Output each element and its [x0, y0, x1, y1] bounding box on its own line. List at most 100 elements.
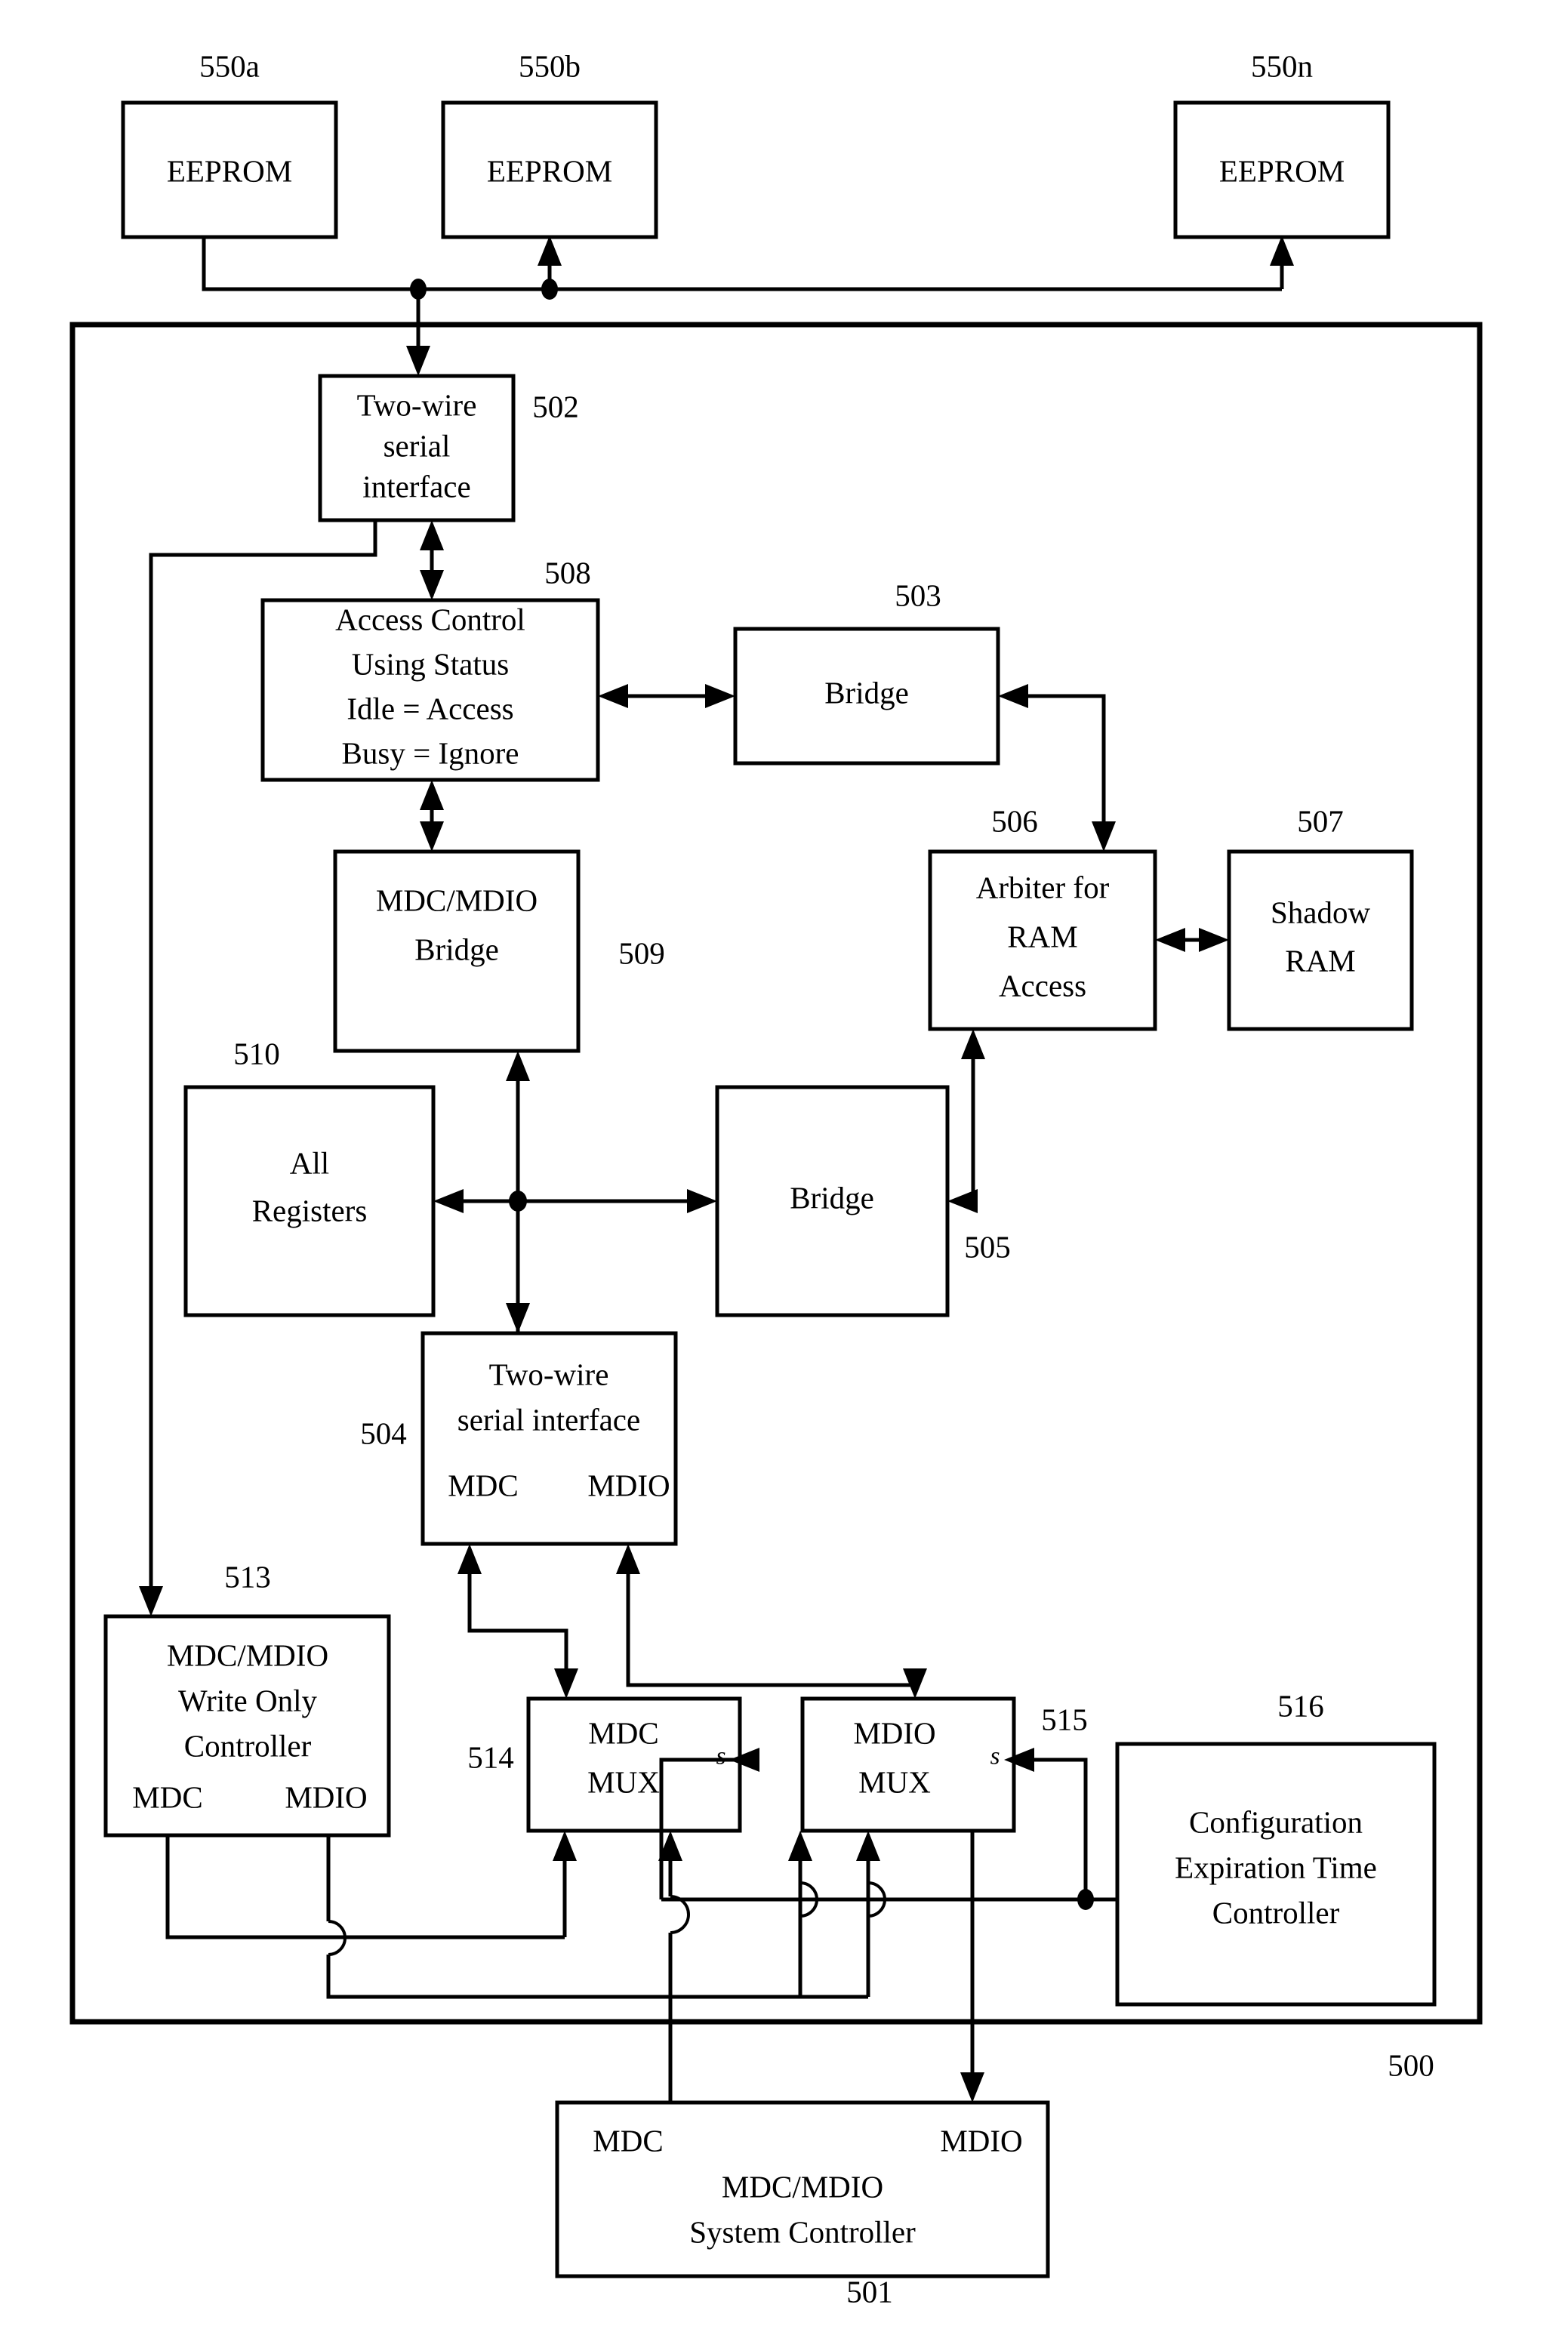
- allregisters510-ref: 510: [233, 1036, 280, 1071]
- allregisters510-line-1: All: [290, 1145, 329, 1180]
- arrowhead-to-write-only-controller-513: [139, 1586, 163, 1616]
- sysctrl501-line-2: System Controller: [689, 2214, 916, 2249]
- wo513-line-3: Controller: [184, 1728, 312, 1763]
- accesscontrol508-line-2: Using Status: [352, 646, 509, 681]
- bridge505-ref: 505: [964, 1229, 1011, 1264]
- arrowhead-into-bridge505-right: [947, 1189, 978, 1213]
- wire-wo513-mdio-lower-rail: [326, 1955, 868, 1999]
- mdcmdiobridge509-line-1: MDC/MDIO: [376, 883, 538, 917]
- mdiomux515-ref: 515: [1041, 1702, 1088, 1736]
- arrowhead-to-twi502: [406, 346, 430, 376]
- configctrl516-line-3: Controller: [1212, 1895, 1340, 1930]
- arrowhead-right-to-shadowram507: [1199, 928, 1229, 952]
- arrowhead-into-arbiter506-top: [1092, 821, 1116, 852]
- arrowhead-down-into-twi504: [506, 1303, 530, 1333]
- mdcmux514-line-1: MDC: [588, 1715, 658, 1750]
- eeprom-550a-ref: 550a: [199, 48, 260, 83]
- wire-select-to-mdiomux515: [1033, 1758, 1088, 1899]
- arrowhead-up-into-twi504-mdio: [616, 1544, 640, 1574]
- arbiter506-line-2: RAM: [1007, 919, 1077, 954]
- arrowhead-up-to-twi502: [420, 520, 444, 550]
- wo513-port-mdio: MDIO: [285, 1779, 367, 1814]
- twi502-ref: 502: [532, 389, 579, 424]
- wo513-ref: 513: [224, 1559, 271, 1594]
- mdcmux514-ref: 514: [467, 1739, 514, 1774]
- arrowhead-left-to-allregisters510: [433, 1189, 464, 1213]
- twi502-line-2: serial: [384, 428, 451, 463]
- arrowhead-right-to-bridge503: [705, 684, 735, 708]
- twi504-port-mdio: MDIO: [587, 1468, 670, 1502]
- wire-twi504-mdio-to-mdiomux515: [626, 1574, 917, 1687]
- configctrl516-ref: 516: [1277, 1688, 1324, 1723]
- sysctrl501-line-1: MDC/MDIO: [722, 2169, 883, 2204]
- mdcmdiobridge509-line-2: Bridge: [414, 932, 499, 966]
- wire-hop-arc-sysctrl-mdc: [670, 1895, 690, 1934]
- arrowhead-up-into-arbiter506-bottom: [961, 1029, 985, 1059]
- arrowhead-up-to-accesscontrol508-2: [420, 780, 444, 810]
- bridge503-ref: 503: [895, 578, 941, 612]
- eeprom-550b-label: EEPROM: [487, 153, 612, 188]
- accesscontrol508-line-4: Busy = Ignore: [342, 735, 519, 770]
- arrowhead-into-mdcmux514-left-input: [553, 1831, 577, 1861]
- twi504-port-mdc: MDC: [448, 1468, 518, 1502]
- bridge505-label: Bridge: [790, 1180, 874, 1215]
- arbiter506-line-1: Arbiter for: [976, 870, 1110, 904]
- arbiter506-ref: 506: [991, 803, 1038, 838]
- accesscontrol508-ref: 508: [544, 555, 591, 590]
- arbiter506-line-3: Access: [999, 968, 1086, 1003]
- mdcmux514-line-2: MUX: [587, 1764, 660, 1799]
- arrowhead-down-to-accesscontrol508: [420, 570, 444, 600]
- wo513-line-1: MDC/MDIO: [167, 1637, 328, 1672]
- accesscontrol508-line-3: Idle = Access: [347, 691, 513, 726]
- wo513-line-2: Write Only: [178, 1683, 317, 1718]
- configctrl516-line-2: Expiration Time: [1175, 1850, 1377, 1884]
- patent-figure-canvas: 550a 550b 550n EEPROM EEPROM EEPROM Two-…: [0, 0, 1568, 2326]
- mdiomux515-select-label: s: [990, 1743, 1000, 1770]
- mdiomux515-line-1: MDIO: [853, 1715, 935, 1750]
- eeprom-550n-ref: 550n: [1251, 48, 1313, 83]
- arrowhead-down-into-mdcmux514: [554, 1668, 578, 1699]
- twi502-line-1: Two-wire: [357, 387, 477, 422]
- twi504-line-2: serial interface: [457, 1402, 640, 1437]
- junction-dot-registers-bus: [509, 1191, 527, 1212]
- bridge503-label: Bridge: [824, 675, 909, 710]
- wo513-port-mdc: MDC: [132, 1779, 202, 1814]
- arrowhead-left-to-arbiter506: [1155, 928, 1185, 952]
- sysctrl501-port-mdc: MDC: [593, 2123, 663, 2158]
- shadowram507-ref: 507: [1297, 803, 1344, 838]
- arrowhead-left-to-accesscontrol508: [598, 684, 628, 708]
- arrowhead-down-to-mdcmdiobridge509: [420, 821, 444, 852]
- sysctrl501-ref: 501: [846, 2274, 893, 2309]
- wire-eeprom550a-to-bus: [202, 237, 1282, 291]
- junction-dot-bus-550b: [541, 279, 558, 300]
- arrowhead-to-eeprom550b: [538, 236, 562, 266]
- configctrl516-line-1: Configuration: [1189, 1804, 1363, 1839]
- accesscontrol508-line-1: Access Control: [335, 602, 525, 636]
- arrowhead-into-sysctrl501-mdio: [960, 2072, 984, 2103]
- block-diagram-svg: 550a 550b 550n EEPROM EEPROM EEPROM Two-…: [69, 48, 1483, 2309]
- shadowram507-line-1: Shadow: [1271, 895, 1371, 929]
- arrowhead-into-mdiomux515-left-input: [856, 1831, 880, 1861]
- mdcmdiobridge509-ref: 509: [618, 935, 665, 970]
- allregisters510-line-2: Registers: [252, 1193, 368, 1228]
- twi504-ref: 504: [360, 1416, 407, 1450]
- twi504-line-1: Two-wire: [489, 1357, 609, 1391]
- shadowram507-line-2: RAM: [1285, 943, 1355, 978]
- mdiomux515-line-2: MUX: [858, 1764, 931, 1799]
- eeprom-550n-label: EEPROM: [1219, 153, 1345, 188]
- system-boundary-ref: 500: [1388, 2047, 1434, 2082]
- arrowhead-up-into-twi504-mdc: [457, 1544, 482, 1574]
- arrowhead-right-to-bridge505: [687, 1189, 717, 1213]
- eeprom-550b-ref: 550b: [519, 48, 581, 83]
- mdcmux514-select-label: s: [716, 1743, 726, 1770]
- wire-wo513-mdc-lower-rail: [165, 1835, 565, 1939]
- arrowhead-up-into-mdcmdiobridge509: [506, 1051, 530, 1081]
- twi502-line-3: interface: [362, 469, 470, 504]
- shadow-ram-507-box[interactable]: [1227, 849, 1414, 1031]
- eeprom-550a-label: EEPROM: [167, 153, 292, 188]
- arrowhead-into-bridge503-right: [998, 684, 1028, 708]
- arrowhead-into-mdiomux515-second-input: [788, 1831, 812, 1861]
- wire-twi504-mdc-to-mdcmux514: [467, 1574, 568, 1672]
- wire-arbiter506-to-bridge503: [1027, 694, 1106, 824]
- sysctrl501-port-mdio: MDIO: [940, 2123, 1022, 2158]
